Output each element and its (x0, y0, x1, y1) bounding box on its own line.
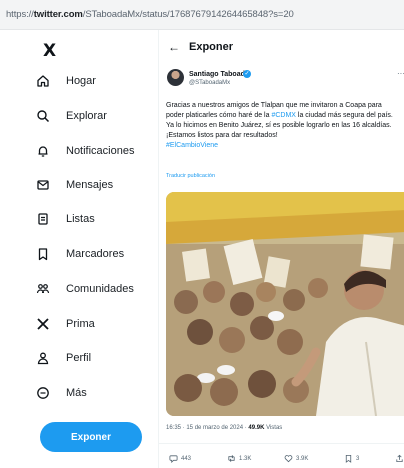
sidebar-item-label: Listas (66, 213, 95, 225)
author-name[interactable]: Santiago Taboada (189, 71, 249, 78)
tweet-line: Ya lo hicimos en Benito Juárez, sí es po… (166, 122, 392, 129)
more-options-icon[interactable]: ··· (397, 69, 404, 78)
bookmark-button[interactable]: 3 (344, 454, 359, 463)
divider (159, 443, 404, 444)
main-column: ← Exponer Santiago Taboada ✓ @STaboadaMx… (158, 30, 404, 468)
person-icon (36, 351, 50, 365)
reply-button[interactable]: 443 (169, 454, 191, 463)
reply-icon (169, 454, 178, 463)
bell-icon (36, 144, 50, 158)
retweet-count: 1.3K (239, 455, 252, 462)
sidebar-item-notifications[interactable]: Notificaciones (36, 138, 154, 164)
sidebar-item-bookmarks[interactable]: Marcadores (36, 241, 154, 267)
sidebar-item-label: Hogar (66, 75, 96, 87)
back-arrow-icon[interactable]: ← (168, 40, 180, 54)
like-count: 3.9K (296, 455, 309, 462)
retweet-icon (227, 454, 236, 463)
browser-url-bar[interactable]: https://twitter.com/STaboadaMx/status/17… (0, 0, 404, 30)
tweet-photo[interactable] (166, 192, 404, 416)
sidebar-item-label: Notificaciones (66, 145, 135, 157)
sidebar-item-label: Comunidades (66, 283, 134, 295)
sidebar-item-label: Más (66, 387, 87, 399)
share-button[interactable] (395, 454, 404, 463)
search-icon (36, 109, 50, 123)
reply-count: 443 (181, 455, 192, 462)
author-handle[interactable]: @STaboadaMx (189, 80, 230, 86)
tweet-line: poder platicarles cómo haré de la #CDMX … (166, 112, 393, 119)
x-logo-icon (36, 317, 50, 331)
avatar[interactable] (167, 69, 184, 86)
communities-icon (36, 282, 50, 296)
sidebar-item-messages[interactable]: Mensajes (36, 172, 154, 198)
translate-link[interactable]: Traducir publicación (166, 173, 215, 179)
hashtag-elcambioviene[interactable]: #ElCambioViene (166, 141, 404, 151)
post-button[interactable]: Exponer (40, 422, 142, 452)
mail-icon (36, 178, 50, 192)
home-icon (36, 74, 50, 88)
like-button[interactable]: 3.9K (284, 454, 308, 463)
sidebar-item-explore[interactable]: Explorar (36, 103, 154, 129)
sidebar-item-profile[interactable]: Perfil (36, 345, 154, 371)
sidebar-item-label: Mensajes (66, 179, 114, 191)
heart-icon (284, 454, 293, 463)
sidebar-item-label: Marcadores (66, 248, 125, 260)
sidebar-item-label: Perfil (66, 352, 92, 364)
sidebar: X Hogar Explorar Notificaciones Mensajes… (0, 30, 158, 468)
sidebar-item-premium[interactable]: Prima (36, 311, 154, 337)
tweet-line: ¡Estamos listos para dar resultados! (166, 132, 278, 139)
sidebar-item-communities[interactable]: Comunidades (36, 276, 154, 302)
more-circle-icon (36, 386, 50, 400)
bookmark-icon (36, 247, 50, 261)
tweet-line: Gracias a nuestros amigos de Tlalpan que… (166, 102, 382, 109)
url-text[interactable]: https://twitter.com/STaboadaMx/status/17… (6, 9, 294, 20)
x-logo[interactable]: X (43, 41, 56, 61)
sidebar-item-label: Prima (66, 318, 95, 330)
sidebar-item-lists[interactable]: Listas (36, 206, 154, 232)
bookmark-count: 3 (356, 455, 360, 462)
sidebar-item-more[interactable]: Más (36, 380, 154, 406)
tweet-timestamp[interactable]: 16:35 · 15 de marzo de 2024 · 49.9K Vist… (166, 425, 282, 431)
page-title: Exponer (189, 41, 234, 53)
sidebar-item-label: Explorar (66, 110, 107, 122)
share-icon (395, 454, 404, 463)
bookmark-icon (344, 454, 353, 463)
tweet-text: Gracias a nuestros amigos de Tlalpan que… (166, 101, 404, 151)
retweet-button[interactable]: 1.3K (227, 454, 251, 463)
list-icon (36, 212, 50, 226)
verified-badge-icon: ✓ (243, 70, 251, 78)
sidebar-item-home[interactable]: Hogar (36, 68, 154, 94)
hashtag-cdmx[interactable]: #CDMX (271, 112, 296, 119)
